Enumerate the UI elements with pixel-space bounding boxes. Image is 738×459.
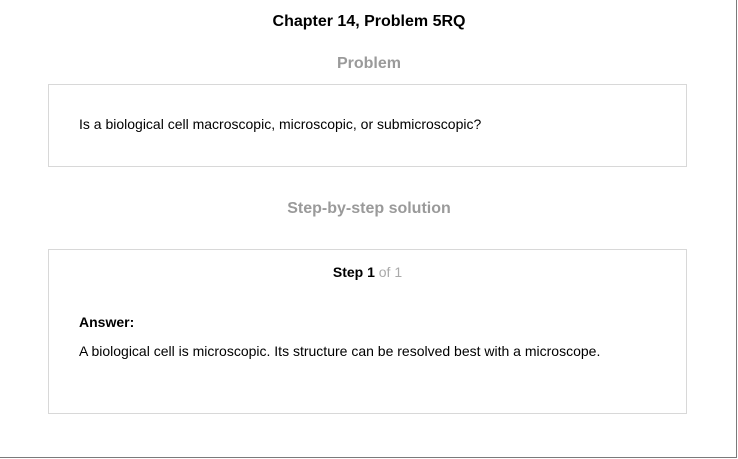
step-indicator: Step 1 of 1: [49, 264, 686, 280]
problem-box: Is a biological cell macroscopic, micros…: [48, 84, 687, 167]
solution-box: Step 1 of 1 Answer: A biological cell is…: [48, 249, 687, 414]
page-title: Chapter 14, Problem 5RQ: [272, 13, 466, 30]
answer-text: A biological cell is microscopic. Its st…: [79, 343, 601, 359]
problem-text: Is a biological cell macroscopic, micros…: [79, 116, 482, 132]
answer-label: Answer:: [79, 314, 135, 330]
solution-heading: Step-by-step solution: [287, 200, 451, 217]
step-of-total: of 1: [378, 264, 403, 280]
problem-heading: Problem: [336, 55, 401, 72]
step-label: Step 1: [332, 264, 375, 280]
